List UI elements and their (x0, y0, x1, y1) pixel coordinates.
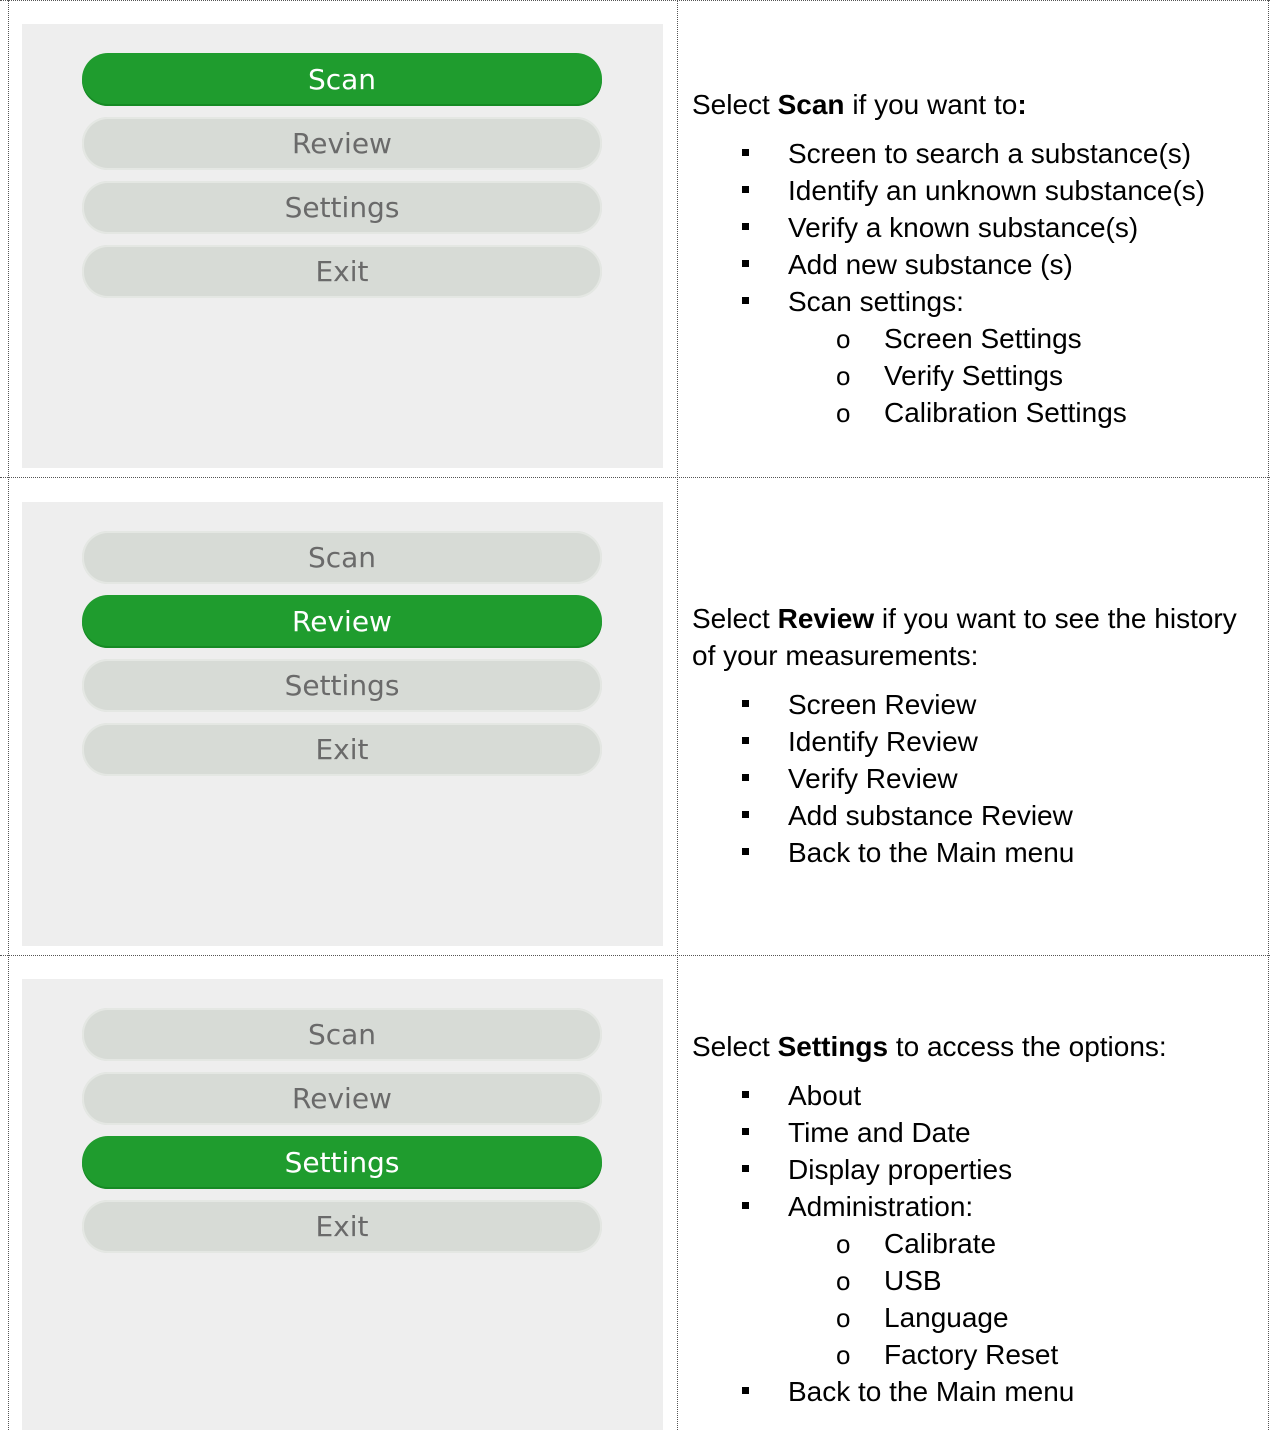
square-bullet-icon (742, 186, 749, 193)
square-bullet-icon (742, 811, 749, 818)
device-screen-settings: Scan Review Settings Exit (22, 979, 663, 1430)
administration-sublist: o Calibrate o USB o Language o Factory Reset (788, 1225, 1262, 1373)
table-row-review: Scan Review Settings Exit Select Review … (0, 478, 1270, 955)
scan-button[interactable]: Scan (82, 531, 602, 584)
list-item: Identify an unknown substance(s) (692, 172, 1262, 209)
review-lead-text: Select Review if you want to see the his… (692, 603, 1237, 671)
review-description: Select Review if you want to see the his… (692, 600, 1262, 871)
device-screen-review: Scan Review Settings Exit (22, 502, 663, 946)
list-item: Screen Review (692, 686, 1262, 723)
list-item: Add new substance (s) (692, 246, 1262, 283)
sub-list-item: o Verify Settings (788, 357, 1262, 394)
circle-bullet-icon: o (836, 324, 851, 354)
scan-lead-text: Select Scan if you want to: (692, 89, 1027, 120)
table-row-settings: Scan Review Settings Exit Select Setting… (0, 956, 1270, 1430)
review-bullet-list: Screen Review Identify Review Verify Rev… (692, 686, 1262, 871)
review-button[interactable]: Review (82, 117, 602, 170)
list-item: Add substance Review (692, 797, 1262, 834)
sub-list-item: o Language (788, 1299, 1262, 1336)
square-bullet-icon (742, 700, 749, 707)
scan-bullet-list: Screen to search a substance(s) Identify… (692, 135, 1262, 431)
square-bullet-icon (742, 1128, 749, 1135)
exit-button[interactable]: Exit (82, 245, 602, 298)
settings-button[interactable]: Settings (82, 1136, 602, 1189)
list-item: About (692, 1077, 1262, 1114)
table-row-scan: Scan Review Settings Exit Select Scan if… (0, 0, 1270, 477)
sub-list-item: o Factory Reset (788, 1336, 1262, 1373)
square-bullet-icon (742, 260, 749, 267)
list-item: Administration: o Calibrate o USB o Languag… (692, 1188, 1262, 1373)
square-bullet-icon (742, 737, 749, 744)
exit-button[interactable]: Exit (82, 723, 602, 776)
settings-lead-text: Select Settings to access the options: (692, 1031, 1167, 1062)
list-item: Screen to search a substance(s) (692, 135, 1262, 172)
circle-bullet-icon: o (836, 398, 851, 428)
square-bullet-icon (742, 297, 749, 304)
list-item: Verify a known substance(s) (692, 209, 1262, 246)
square-bullet-icon (742, 848, 749, 855)
settings-description: Select Settings to access the options: A… (692, 1028, 1262, 1410)
list-item: Time and Date (692, 1114, 1262, 1151)
circle-bullet-icon: o (836, 1266, 851, 1296)
circle-bullet-icon: o (836, 1303, 851, 1333)
scan-button[interactable]: Scan (82, 53, 602, 106)
sub-list-item: o Calibrate (788, 1225, 1262, 1262)
scan-description: Select Scan if you want to: Screen to se… (692, 86, 1262, 431)
scan-button[interactable]: Scan (82, 1008, 602, 1061)
device-screen-scan: Scan Review Settings Exit (22, 24, 663, 468)
circle-bullet-icon: o (836, 1229, 851, 1259)
square-bullet-icon (742, 1165, 749, 1172)
exit-button[interactable]: Exit (82, 1200, 602, 1253)
list-item: Identify Review (692, 723, 1262, 760)
square-bullet-icon (742, 223, 749, 230)
square-bullet-icon (742, 774, 749, 781)
settings-button[interactable]: Settings (82, 181, 602, 234)
scan-settings-sublist: o Screen Settings o Verify Settings o Calib… (788, 320, 1262, 431)
sub-list-item: o USB (788, 1262, 1262, 1299)
circle-bullet-icon: o (836, 1340, 851, 1370)
list-item: Display properties (692, 1151, 1262, 1188)
square-bullet-icon (742, 149, 749, 156)
review-button[interactable]: Review (82, 595, 602, 648)
sub-list-item: o Screen Settings (788, 320, 1262, 357)
square-bullet-icon (742, 1202, 749, 1209)
square-bullet-icon (742, 1091, 749, 1098)
list-item: Back to the Main menu (692, 1373, 1262, 1410)
review-button[interactable]: Review (82, 1072, 602, 1125)
instruction-table: Scan Review Settings Exit Select Scan if… (0, 0, 1270, 1430)
list-item: Scan settings: o Screen Settings o Verify … (692, 283, 1262, 431)
list-item: Back to the Main menu (692, 834, 1262, 871)
settings-button[interactable]: Settings (82, 659, 602, 712)
circle-bullet-icon: o (836, 361, 851, 391)
list-item: Verify Review (692, 760, 1262, 797)
square-bullet-icon (742, 1387, 749, 1394)
sub-list-item: o Calibration Settings (788, 394, 1262, 431)
settings-bullet-list: About Time and Date Display properties A… (692, 1077, 1262, 1410)
